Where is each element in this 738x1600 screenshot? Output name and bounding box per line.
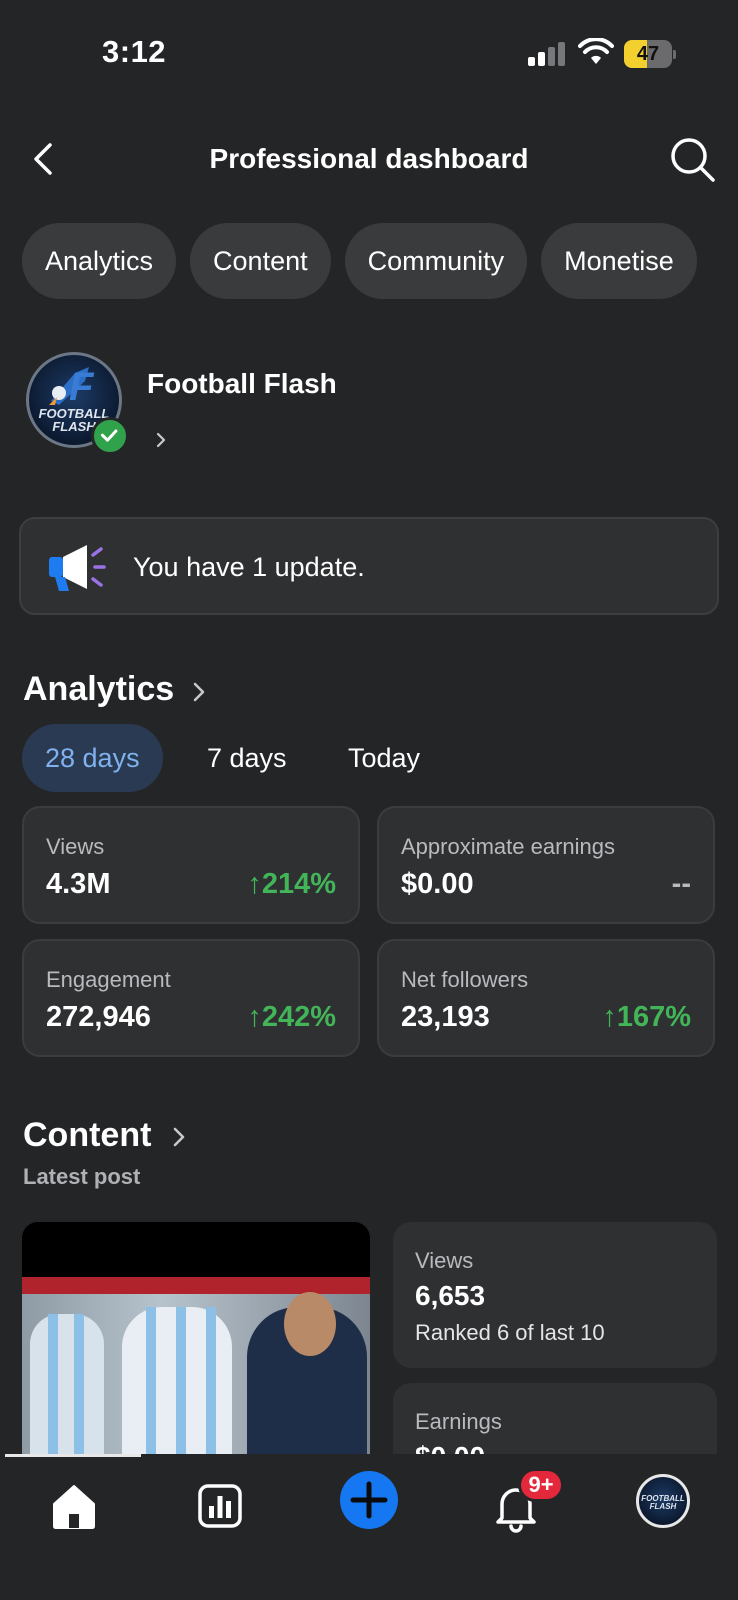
stat-label: Net followers <box>401 967 529 992</box>
header: Professional dashboard <box>0 125 738 195</box>
tab-community[interactable]: Community <box>344 223 528 299</box>
latest-earnings-label: Earnings <box>415 1409 502 1434</box>
stat-change: ↑167% <box>602 1001 691 1033</box>
insights-icon[interactable] <box>190 1476 250 1536</box>
stat-value: 272,946 <box>46 1001 151 1033</box>
latest-views-value: 6,653 <box>415 1280 486 1311</box>
wifi-icon <box>578 38 614 64</box>
notification-badge: 9+ <box>518 1468 564 1502</box>
create-button[interactable] <box>340 1471 398 1529</box>
stat-label: Approximate earnings <box>401 834 616 859</box>
stat-card-earnings[interactable]: Approximate earnings $0.00 -- <box>377 806 715 924</box>
page-title: Professional dashboard <box>209 143 529 174</box>
stat-card-engagement[interactable]: Engagement 272,946 ↑242% <box>22 939 360 1057</box>
latest-post-label: Latest post <box>23 1164 141 1189</box>
stat-value: 23,193 <box>401 1001 490 1033</box>
tab-content[interactable]: Content <box>190 223 331 299</box>
chevron-right-icon[interactable] <box>192 680 206 704</box>
stat-value: $0.00 <box>401 868 474 900</box>
period-28-days[interactable]: 28 days <box>22 724 163 792</box>
battery-icon: 47 <box>624 40 676 68</box>
period-7-days[interactable]: 7 days <box>184 724 310 792</box>
tab-bar: Analytics Content Community Monetise <box>22 223 738 299</box>
tab-monetise[interactable]: Monetise <box>541 223 697 299</box>
stat-change: -- <box>671 868 691 900</box>
profile-avatar[interactable]: FOOTBALL FLASH <box>636 1474 690 1528</box>
arrow-up-icon: ↑ <box>247 868 262 900</box>
avatar-letter: F <box>69 365 94 409</box>
period-today[interactable]: Today <box>325 724 443 792</box>
home-icon[interactable] <box>44 1476 104 1536</box>
arrow-up-icon: ↑ <box>602 1001 617 1033</box>
update-banner[interactable]: You have 1 update. <box>19 517 719 615</box>
chevron-right-icon[interactable] <box>154 430 168 450</box>
avatar-text: FOOTBALL FLASH <box>641 1494 685 1511</box>
plus-icon <box>350 1481 388 1519</box>
tab-analytics[interactable]: Analytics <box>22 223 177 299</box>
status-bar: 3:12 47 <box>0 0 738 100</box>
latest-views-rank: Ranked 6 of last 10 <box>415 1320 605 1345</box>
analytics-title[interactable]: Analytics <box>23 670 174 709</box>
stat-card-views[interactable]: Views 4.3M ↑214% <box>22 806 360 924</box>
megaphone-icon <box>49 545 106 591</box>
arrow-up-icon: ↑ <box>247 1001 262 1033</box>
cellular-signal-icon <box>528 42 568 66</box>
profile-header[interactable]: F FOOTBALL FLASH Football Flash <box>26 352 716 462</box>
stat-card-net-followers[interactable]: Net followers 23,193 ↑167% <box>377 939 715 1057</box>
status-time: 3:12 <box>102 34 167 69</box>
stat-value: 4.3M <box>46 868 111 900</box>
stat-change: ↑214% <box>247 868 336 900</box>
stat-label: Engagement <box>46 967 171 992</box>
verified-check-icon <box>91 417 129 455</box>
bottom-nav: 9+ FOOTBALL FLASH <box>0 1454 738 1600</box>
nav-active-indicator <box>5 1454 141 1457</box>
search-icon[interactable] <box>668 135 718 185</box>
content-title[interactable]: Content <box>23 1116 151 1155</box>
chevron-right-icon[interactable] <box>172 1125 186 1149</box>
latest-views-label: Views <box>415 1248 474 1273</box>
latest-views-card[interactable]: Views 6,653 Ranked 6 of last 10 <box>393 1222 717 1368</box>
battery-percent: 47 <box>636 43 660 65</box>
profile-name[interactable]: Football Flash <box>147 368 337 400</box>
latest-post-thumbnail[interactable] <box>22 1222 370 1456</box>
update-text: You have 1 update. <box>133 552 365 582</box>
stat-label: Views <box>46 834 105 859</box>
stat-change: ↑242% <box>247 1001 336 1033</box>
